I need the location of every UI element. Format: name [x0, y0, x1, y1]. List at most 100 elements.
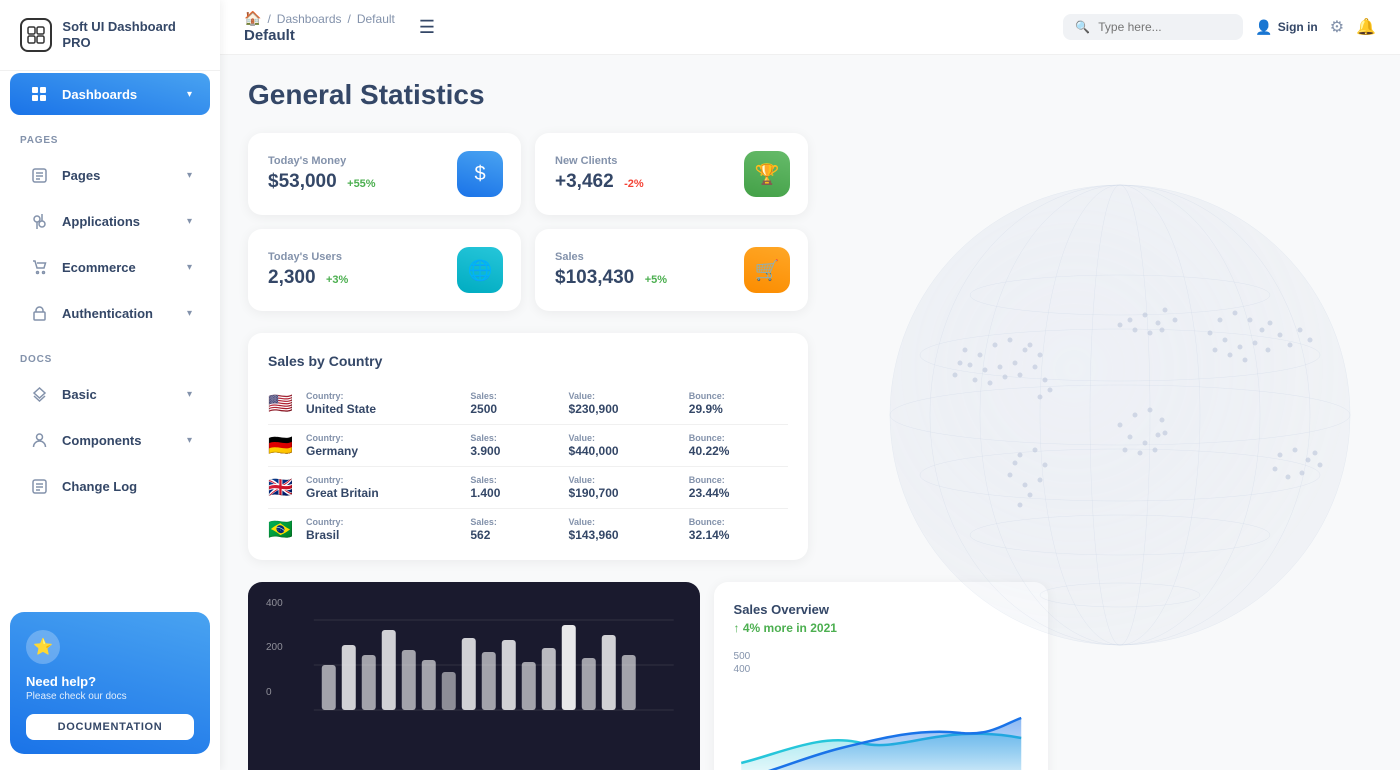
charts-row: 400 200 0: [248, 582, 1048, 770]
sales-col-usa: Sales: 2500: [470, 391, 558, 416]
sales-col-germany: Sales: 3.900: [470, 433, 558, 458]
country-label-usa: Country:: [306, 391, 460, 401]
sidebar: Soft UI Dashboard PRO Dashboards ▾ PAGES…: [0, 0, 220, 770]
breadcrumb-sep2: /: [348, 12, 351, 26]
notifications-icon[interactable]: 🔔: [1356, 17, 1376, 37]
sidebar-item-label-basic: Basic: [62, 387, 175, 402]
sidebar-item-label-auth: Authentication: [62, 306, 175, 321]
help-title: Need help?: [26, 674, 194, 689]
country-col-brasil: Country: Brasil: [306, 517, 460, 542]
breadcrumb: 🏠 / Dashboards / Default: [244, 10, 395, 27]
stat-money-change: +55%: [347, 178, 375, 190]
stat-clients-value-row: +3,462 -2%: [555, 171, 644, 193]
stat-clients-info: New Clients +3,462 -2%: [555, 155, 644, 193]
stat-sales-value-row: $103,430 +5%: [555, 267, 667, 289]
section-docs-label: DOCS: [0, 336, 220, 371]
sales-col-brasil: Sales: 562: [470, 517, 558, 542]
country-row-usa: 🇺🇸 Country: United State Sales: 2500 Val…: [268, 383, 788, 425]
country-row-gb: 🇬🇧 Country: Great Britain Sales: 1.400 V…: [268, 467, 788, 509]
section-pages-label: PAGES: [0, 117, 220, 152]
value-col-usa: Value: $230,900: [569, 391, 679, 416]
flag-germany: 🇩🇪: [268, 433, 296, 458]
stat-users-value: 2,300: [268, 267, 316, 288]
applications-arrow: ▾: [187, 216, 192, 227]
y-label-400: 400: [734, 664, 1028, 675]
sidebar-item-dashboards[interactable]: Dashboards ▾: [10, 73, 210, 115]
value-col-brasil: Value: $143,960: [569, 517, 679, 542]
auth-arrow: ▾: [187, 308, 192, 319]
sidebar-item-label-ecommerce: Ecommerce: [62, 260, 175, 275]
page-breadcrumb-title: Default: [244, 27, 395, 44]
bounce-col-gb: Bounce: 23.44%: [689, 475, 788, 500]
sidebar-item-basic[interactable]: Basic ▾: [10, 373, 210, 415]
stat-clients-change: -2%: [624, 178, 644, 190]
stat-money-value-row: $53,000 +55%: [268, 171, 376, 193]
sidebar-item-authentication[interactable]: Authentication ▾: [10, 292, 210, 334]
country-col-germany: Country: Germany: [306, 433, 460, 458]
stat-money-value: $53,000: [268, 171, 337, 192]
components-icon: [28, 429, 50, 451]
stat-users-label: Today's Users: [268, 251, 348, 263]
page-title: General Statistics: [248, 79, 1372, 111]
bar-chart-svg: [268, 610, 680, 740]
help-card: ⭐ Need help? Please check our docs DOCUM…: [10, 612, 210, 754]
applications-icon: [28, 210, 50, 232]
y-label-500: 500: [734, 651, 1028, 662]
ecommerce-icon: [28, 256, 50, 278]
flag-usa: 🇺🇸: [268, 391, 296, 416]
line-chart-svg: [734, 703, 1028, 770]
stat-card-sales: Sales $103,430 +5% 🛒: [535, 229, 808, 311]
sidebar-item-label-components: Components: [62, 433, 175, 448]
search-icon: 🔍: [1075, 20, 1090, 34]
help-subtitle: Please check our docs: [26, 691, 194, 702]
sidebar-item-changelog[interactable]: Change Log: [10, 465, 210, 507]
auth-icon: [28, 302, 50, 324]
stat-sales-value: $103,430: [555, 267, 634, 288]
logo-icon: [20, 18, 52, 52]
sidebar-item-label-pages: Pages: [62, 168, 175, 183]
search-box[interactable]: 🔍: [1063, 14, 1243, 40]
stat-clients-value: +3,462: [555, 171, 614, 192]
stat-money-label: Today's Money: [268, 155, 376, 167]
settings-icon[interactable]: ⚙: [1330, 17, 1344, 37]
stat-card-money: Today's Money $53,000 +55% $: [248, 133, 521, 215]
sidebar-item-components[interactable]: Components ▾: [10, 419, 210, 461]
page-content: General Statistics Today's Money $53,000…: [220, 55, 1400, 770]
sidebar-item-pages[interactable]: Pages ▾: [10, 154, 210, 196]
stat-card-clients: New Clients +3,462 -2% 🏆: [535, 133, 808, 215]
search-input[interactable]: [1098, 20, 1231, 34]
sidebar-item-label-dashboards: Dashboards: [62, 87, 175, 102]
bar-chart-y-0: 0: [266, 687, 272, 698]
country-row-brasil: 🇧🇷 Country: Brasil Sales: 562 Value: $14…: [268, 509, 788, 550]
stat-sales-info: Sales $103,430 +5%: [555, 251, 667, 289]
bounce-col-brasil: Bounce: 32.14%: [689, 517, 788, 542]
stat-sales-change: +5%: [645, 274, 667, 286]
stat-clients-icon: 🏆: [744, 151, 790, 197]
sales-overview-card: Sales Overview ↑ 4% more in 2021 500 400: [714, 582, 1048, 770]
bounce-col-germany: Bounce: 40.22%: [689, 433, 788, 458]
topbar: 🏠 / Dashboards / Default Default ☰ 🔍 👤 S…: [220, 0, 1400, 55]
stat-sales-label: Sales: [555, 251, 667, 263]
breadcrumb-dashboards[interactable]: Dashboards: [277, 12, 342, 26]
country-col-gb: Country: Great Britain: [306, 475, 460, 500]
stat-money-info: Today's Money $53,000 +55%: [268, 155, 376, 193]
sign-in-button[interactable]: 👤 Sign in: [1255, 19, 1317, 36]
sidebar-logo: Soft UI Dashboard PRO: [0, 0, 220, 71]
country-name-usa: United State: [306, 402, 460, 416]
stat-users-value-row: 2,300 +3%: [268, 267, 348, 289]
home-icon[interactable]: 🏠: [244, 10, 261, 27]
bar-chart-y-400: 400: [266, 598, 283, 609]
hamburger-icon[interactable]: ☰: [419, 17, 435, 38]
ecommerce-arrow: ▾: [187, 262, 192, 273]
country-col-usa: Country: United State: [306, 391, 460, 416]
sales-by-country: Sales by Country 🇺🇸 Country: United Stat…: [248, 333, 808, 560]
sidebar-item-ecommerce[interactable]: Ecommerce ▾: [10, 246, 210, 288]
pages-icon: [28, 164, 50, 186]
app-title: Soft UI Dashboard PRO: [62, 19, 200, 50]
sidebar-item-applications[interactable]: Applications ▾: [10, 200, 210, 242]
flag-brasil: 🇧🇷: [268, 517, 296, 542]
stat-users-icon: 🌐: [457, 247, 503, 293]
main-content: 🏠 / Dashboards / Default Default ☰ 🔍 👤 S…: [220, 0, 1400, 770]
documentation-button[interactable]: DOCUMENTATION: [26, 714, 194, 740]
components-arrow: ▾: [187, 435, 192, 446]
